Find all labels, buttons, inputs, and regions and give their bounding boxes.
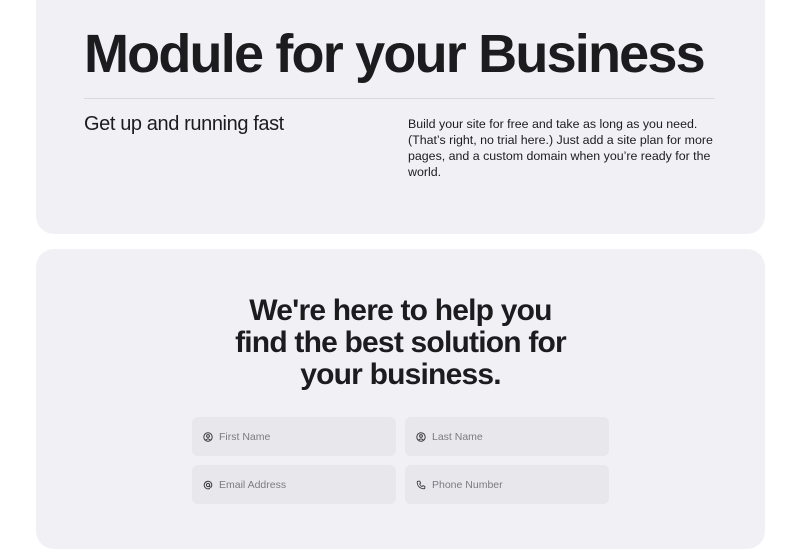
hero-intro-text: Build your site for free and take as lon…	[408, 117, 713, 179]
contact-title-line-3: your business.	[300, 358, 501, 391]
email-placeholder: Email Address	[219, 478, 287, 491]
contact-title-line-2: find the best solution for	[235, 326, 567, 359]
hero-title: Module for your Business	[84, 24, 706, 84]
email-field[interactable]: Email Address	[192, 465, 396, 504]
hero-card: Module for your Business Get up and runn…	[36, 0, 765, 234]
contact-title: We're here to help you find the best sol…	[36, 295, 765, 391]
contact-card: We're here to help you find the best sol…	[36, 249, 765, 549]
first-name-placeholder: First Name	[219, 430, 271, 443]
contact-title-line-1: We're here to help you	[249, 294, 552, 327]
phone-icon	[415, 479, 427, 491]
user-icon	[202, 431, 214, 443]
user-icon	[415, 431, 427, 443]
at-icon	[202, 479, 214, 491]
divider	[84, 98, 715, 99]
phone-placeholder: Phone Number	[432, 478, 503, 491]
first-name-field[interactable]: First Name	[192, 417, 396, 456]
last-name-field[interactable]: Last Name	[405, 417, 609, 456]
last-name-placeholder: Last Name	[432, 430, 483, 443]
phone-field[interactable]: Phone Number	[405, 465, 609, 504]
hero-subhead: Get up and running fast	[84, 113, 284, 135]
